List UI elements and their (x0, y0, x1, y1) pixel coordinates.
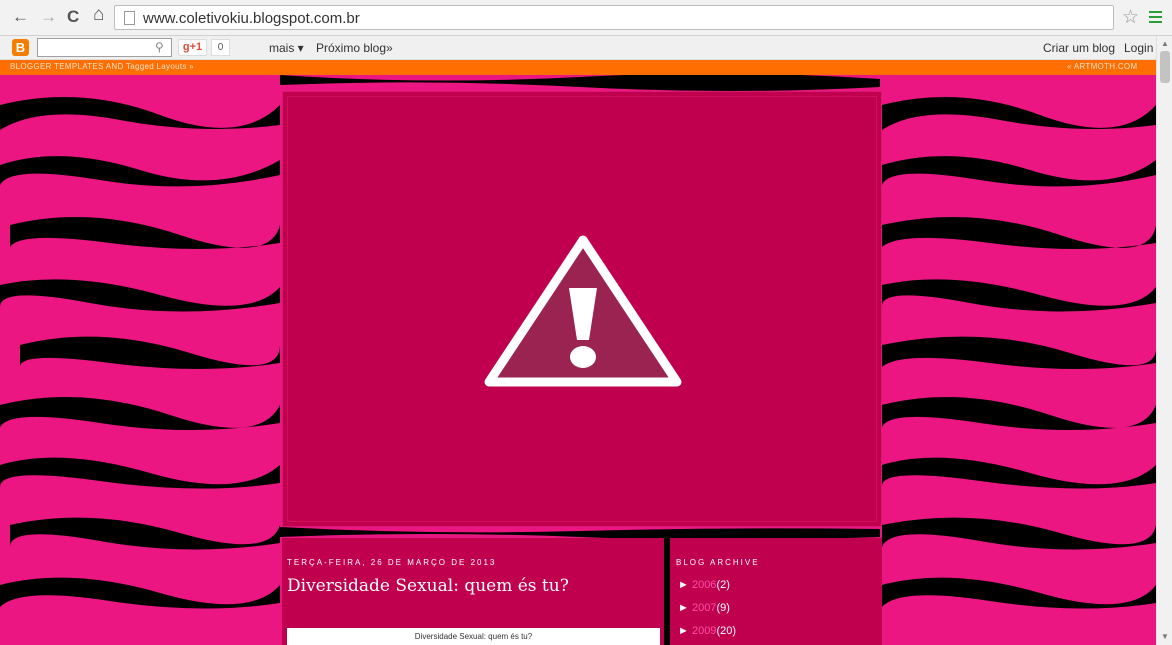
search-icon[interactable]: ⚲ (155, 40, 164, 54)
post-image-caption: Diversidade Sexual: quem és tu? (414, 632, 533, 641)
archive-item[interactable]: ► 2009(20) (678, 625, 736, 637)
vertical-scrollbar[interactable]: ▲ ▼ (1156, 36, 1172, 645)
blog-header-image (282, 91, 882, 527)
post-title[interactable]: Diversidade Sexual: quem és tu? (287, 576, 569, 596)
post-image: Diversidade Sexual: quem és tu? (287, 628, 660, 645)
post-column: TERÇA-FEIRA, 26 DE MARÇO DE 2013 Diversi… (282, 538, 664, 645)
archive-item[interactable]: ► 2006(2) (678, 579, 730, 591)
template-credit-right[interactable]: « ARTMOTH.COM (1067, 62, 1137, 71)
menu-icon[interactable] (1149, 11, 1162, 26)
template-credit-bar: BLOGGER TEMPLATES AND Tagged Layouts » «… (0, 60, 1172, 75)
scroll-up-icon[interactable]: ▲ (1161, 39, 1169, 48)
gplus-button[interactable]: g+1 (178, 39, 207, 56)
post-date: TERÇA-FEIRA, 26 DE MARÇO DE 2013 (287, 558, 497, 567)
page-icon (124, 11, 135, 25)
blog-search-input[interactable]: ⚲ (37, 38, 172, 57)
gplus-count: 0 (211, 39, 230, 56)
template-credit-left[interactable]: BLOGGER TEMPLATES AND Tagged Layouts » (10, 62, 194, 71)
archive-item[interactable]: ► 2007(9) (678, 602, 730, 614)
address-bar[interactable]: www.coletivokiu.blogspot.com.br (114, 5, 1114, 30)
blogger-logo-icon[interactable]: B (12, 39, 29, 56)
url-text: www.coletivokiu.blogspot.com.br (143, 10, 360, 27)
forward-icon[interactable]: → (40, 8, 57, 26)
sidebar: BLOG ARCHIVE ► 2006(2) ► 2007(9) ► 2009(… (670, 538, 882, 645)
blog-archive-title: BLOG ARCHIVE (676, 558, 760, 567)
bookmark-star-icon[interactable]: ☆ (1122, 6, 1139, 29)
scroll-thumb[interactable] (1160, 51, 1170, 83)
more-menu[interactable]: mais ▾ (269, 41, 304, 55)
browser-toolbar: ← → C ⌂ www.coletivokiu.blogspot.com.br … (0, 0, 1172, 36)
next-blog-link[interactable]: Próximo blog» (316, 41, 393, 55)
back-icon[interactable]: ← (12, 8, 29, 26)
home-icon[interactable]: ⌂ (93, 5, 104, 24)
scroll-down-icon[interactable]: ▼ (1161, 632, 1169, 641)
reload-icon[interactable]: C (67, 8, 79, 26)
warning-icon (484, 235, 682, 387)
blogger-navbar: B ⚲ g+1 0 mais ▾ Próximo blog» Criar um … (0, 36, 1172, 60)
create-blog-link[interactable]: Criar um blog (1043, 41, 1115, 55)
login-link[interactable]: Login (1124, 41, 1153, 55)
